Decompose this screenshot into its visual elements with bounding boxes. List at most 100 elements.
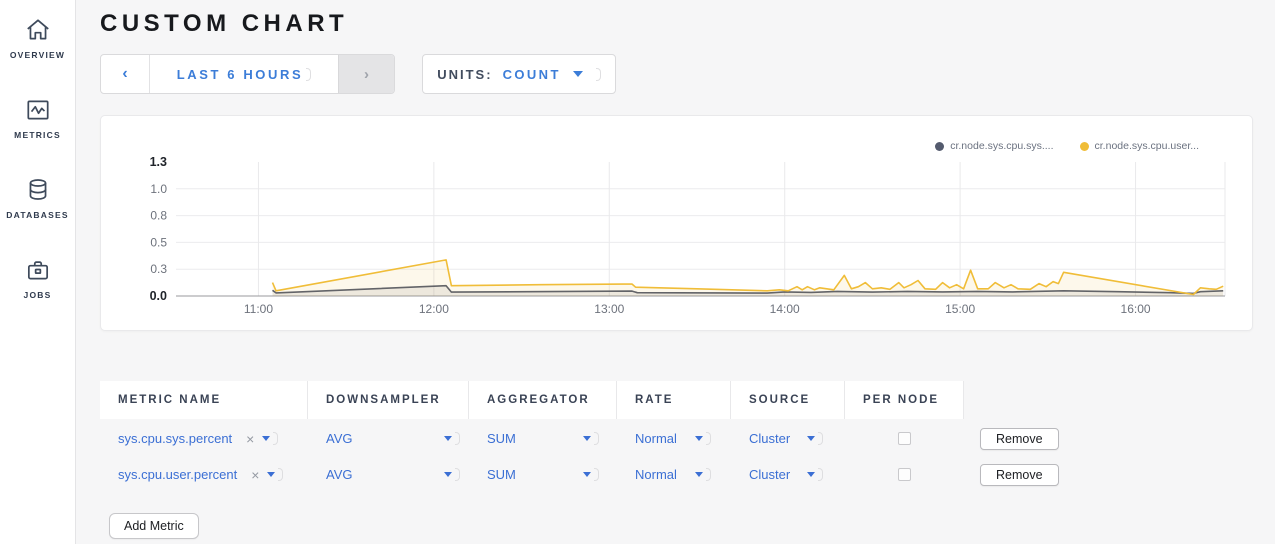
downsampler-select[interactable]: AVG xyxy=(326,467,452,482)
dropdown-notch xyxy=(596,68,601,81)
svg-text:0.3: 0.3 xyxy=(150,262,167,276)
clear-icon[interactable]: × xyxy=(246,431,254,447)
chevron-down-icon xyxy=(262,436,270,441)
table-row: sys.cpu.sys.percent × AVG SUM xyxy=(100,422,1253,455)
briefcase-icon xyxy=(24,256,52,284)
rate-select[interactable]: Normal xyxy=(635,431,703,446)
dropdown-notch xyxy=(818,432,823,445)
rate-value: Normal xyxy=(635,467,677,482)
sidebar-item-databases[interactable]: DATABASES xyxy=(0,176,76,256)
rate-value: Normal xyxy=(635,431,677,446)
sidebar-item-jobs[interactable]: JOBS xyxy=(0,256,76,336)
per-node-checkbox[interactable] xyxy=(898,468,911,481)
svg-text:11:00: 11:00 xyxy=(244,302,273,316)
source-value: Cluster xyxy=(749,467,790,482)
aggregator-value: SUM xyxy=(487,431,516,446)
metric-name-cell: sys.cpu.sys.percent × xyxy=(100,431,308,447)
time-range-picker: ‹ LAST 6 HOURS › xyxy=(100,54,395,94)
chart-legend: cr.node.sys.cpu.sys.... cr.node.sys.cpu.… xyxy=(935,140,1199,152)
downsampler-value: AVG xyxy=(326,431,353,446)
chevron-down-icon xyxy=(807,436,815,441)
downsampler-value: AVG xyxy=(326,467,353,482)
remove-button[interactable]: Remove xyxy=(980,428,1059,450)
units-label: UNITS: xyxy=(437,67,492,82)
sidebar-item-label: JOBS xyxy=(24,290,52,300)
dropdown-notch xyxy=(455,468,460,481)
col-header-actions xyxy=(964,381,1253,419)
chevron-down-icon xyxy=(444,472,452,477)
chevron-down-icon xyxy=(695,472,703,477)
sidebar: OVERVIEW METRICS DATABASES JOBS xyxy=(0,0,76,544)
remove-button[interactable]: Remove xyxy=(980,464,1059,486)
rate-cell: Normal xyxy=(617,431,731,446)
aggregator-cell: SUM xyxy=(469,467,617,482)
source-cell: Cluster xyxy=(731,467,845,482)
downsampler-select[interactable]: AVG xyxy=(326,431,452,446)
dropdown-notch xyxy=(455,432,460,445)
svg-text:12:00: 12:00 xyxy=(419,302,449,316)
table-row: sys.cpu.user.percent × AVG SUM xyxy=(100,458,1253,491)
downsampler-cell: AVG xyxy=(308,467,469,482)
legend-item-user[interactable]: cr.node.sys.cpu.user... xyxy=(1080,140,1199,152)
dropdown-notch xyxy=(273,432,278,445)
legend-dot-user xyxy=(1080,142,1089,151)
legend-dot-sys xyxy=(935,142,944,151)
time-prev-button[interactable]: ‹ xyxy=(101,55,150,93)
aggregator-select[interactable]: SUM xyxy=(487,467,591,482)
aggregator-select[interactable]: SUM xyxy=(487,431,591,446)
sidebar-item-label: DATABASES xyxy=(6,210,68,220)
source-cell: Cluster xyxy=(731,431,845,446)
sidebar-item-label: METRICS xyxy=(14,130,61,140)
metric-name-select[interactable]: sys.cpu.user.percent × xyxy=(118,467,286,483)
svg-text:15:00: 15:00 xyxy=(945,302,975,316)
svg-text:0.0: 0.0 xyxy=(150,289,167,303)
clear-icon[interactable]: × xyxy=(251,467,259,483)
svg-text:14:00: 14:00 xyxy=(770,302,800,316)
sidebar-item-overview[interactable]: OVERVIEW xyxy=(0,16,76,96)
units-dropdown[interactable]: UNITS: COUNT xyxy=(422,54,616,94)
legend-label: cr.node.sys.cpu.sys.... xyxy=(950,140,1053,152)
time-next-button[interactable]: › xyxy=(338,55,394,93)
chevron-down-icon xyxy=(807,472,815,477)
col-header-source: SOURCE xyxy=(731,381,845,419)
chevron-down-icon xyxy=(267,472,275,477)
source-select[interactable]: Cluster xyxy=(749,467,815,482)
actions-cell: Remove xyxy=(964,464,1253,486)
chevron-left-icon: ‹ xyxy=(122,65,127,83)
custom-chart-card: cr.node.sys.cpu.sys.... cr.node.sys.cpu.… xyxy=(100,115,1253,331)
dropdown-notch xyxy=(594,432,599,445)
database-icon xyxy=(24,176,52,204)
dropdown-notch xyxy=(706,468,711,481)
time-range-dropdown[interactable]: LAST 6 HOURS xyxy=(150,55,338,93)
metric-name-value: sys.cpu.user.percent xyxy=(118,467,237,482)
add-metric-button[interactable]: Add Metric xyxy=(109,513,199,539)
metrics-table: METRIC NAME DOWNSAMPLER AGGREGATOR RATE … xyxy=(100,381,1253,539)
main-content: CUSTOM CHART ‹ LAST 6 HOURS › UNITS: COU… xyxy=(77,0,1275,544)
svg-text:1.0: 1.0 xyxy=(150,182,167,196)
sidebar-item-label: OVERVIEW xyxy=(10,50,65,60)
source-value: Cluster xyxy=(749,431,790,446)
chevron-down-icon xyxy=(583,472,591,477)
svg-text:13:00: 13:00 xyxy=(594,302,624,316)
chevron-down-icon xyxy=(444,436,452,441)
downsampler-cell: AVG xyxy=(308,431,469,446)
rate-select[interactable]: Normal xyxy=(635,467,703,482)
metrics-table-header: METRIC NAME DOWNSAMPLER AGGREGATOR RATE … xyxy=(100,381,1253,419)
per-node-checkbox[interactable] xyxy=(898,432,911,445)
units-value: COUNT xyxy=(503,67,561,82)
col-header-per-node: PER NODE xyxy=(845,381,964,419)
time-range-label: LAST 6 HOURS xyxy=(177,67,304,82)
source-select[interactable]: Cluster xyxy=(749,431,815,446)
metric-name-value: sys.cpu.sys.percent xyxy=(118,431,232,446)
chevron-down-icon xyxy=(695,436,703,441)
svg-text:0.5: 0.5 xyxy=(150,235,167,249)
aggregator-value: SUM xyxy=(487,467,516,482)
metrics-graph-icon xyxy=(24,96,52,124)
svg-text:0.8: 0.8 xyxy=(150,209,167,223)
col-header-metric-name: METRIC NAME xyxy=(100,381,308,419)
metric-name-select[interactable]: sys.cpu.sys.percent × xyxy=(118,431,286,447)
toolbar: ‹ LAST 6 HOURS › UNITS: COUNT xyxy=(100,54,1253,94)
per-node-cell xyxy=(845,432,964,445)
sidebar-item-metrics[interactable]: METRICS xyxy=(0,96,76,176)
legend-item-sys[interactable]: cr.node.sys.cpu.sys.... xyxy=(935,140,1053,152)
